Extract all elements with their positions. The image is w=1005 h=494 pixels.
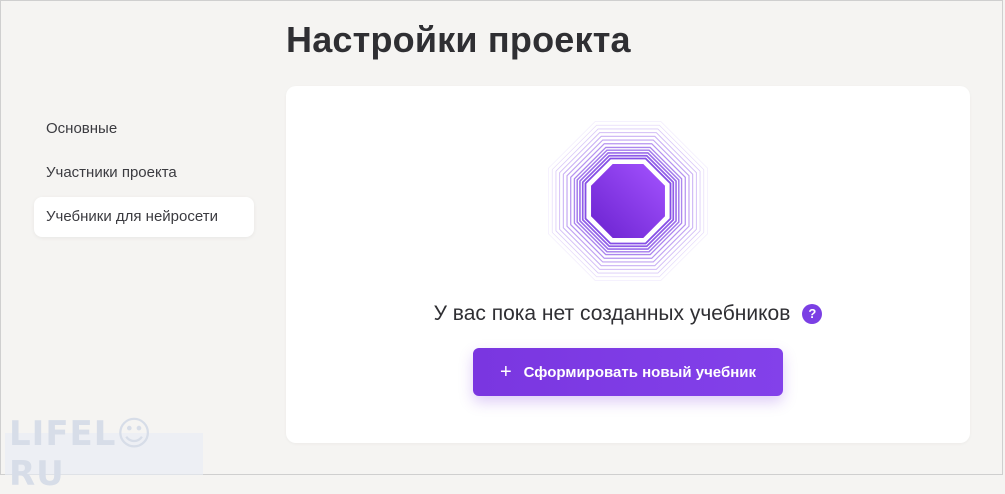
sidebar-item-label: Участники проекта (46, 164, 177, 181)
sidebar-item-textbooks[interactable]: Учебники для нейросети (34, 197, 254, 237)
empty-state-message: У вас пока нет созданных учебников (433, 302, 791, 325)
window-frame: Настройки проекта Основные Участники про… (0, 0, 1003, 494)
plus-icon: + (499, 361, 512, 383)
sidebar-item-members[interactable]: Участники проекта (34, 153, 254, 193)
watermark-text: LIFEL☺RU (9, 414, 153, 494)
create-textbook-button-label: Сформировать новый учебник (523, 363, 756, 381)
sidebar-item-label: Учебники для нейросети (46, 208, 218, 225)
sidebar-item-label: Основные (46, 120, 118, 137)
page-title: Настройки проекта (286, 19, 631, 60)
concentric-octagon-icon (548, 121, 708, 281)
settings-sidebar: Основные Участники проекта Учебники для … (34, 109, 254, 241)
watermark-logo: LIFEL☺RU (5, 414, 203, 494)
question-icon[interactable]: ? (802, 304, 823, 324)
create-textbook-button[interactable]: + Сформировать новый учебник (473, 348, 783, 396)
empty-state: У вас пока нет созданных учебников? (286, 302, 970, 326)
sidebar-item-general[interactable]: Основные (34, 109, 254, 149)
textbooks-card: У вас пока нет созданных учебников? + Сф… (286, 86, 970, 443)
